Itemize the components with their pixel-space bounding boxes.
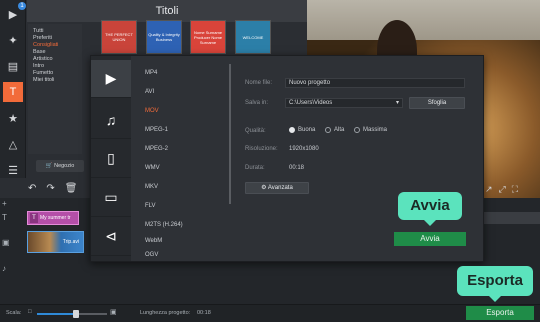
format-item[interactable]: WebM (145, 238, 162, 244)
panel-title: Titoli (27, 0, 307, 22)
share-icon[interactable]: ⊲ (91, 218, 131, 256)
radio-icon (289, 127, 295, 133)
notification-badge: 1 (18, 2, 26, 10)
format-category-tabs: ▶ ♫ ▯ ▭ ⊲ (91, 56, 131, 261)
title-thumbnail[interactable]: WELCOME (235, 20, 271, 54)
start-button[interactable]: Avvia (394, 232, 466, 246)
format-item[interactable]: MKV (145, 184, 158, 190)
timeline-right-area (484, 212, 540, 224)
radio-icon (325, 127, 331, 133)
category-item[interactable]: Artistico (33, 56, 77, 63)
sticker-star-icon[interactable]: ★ (3, 108, 23, 128)
file-name-input[interactable]: Nuovo progetto (285, 78, 465, 88)
resolution-value: 1920x1080 (289, 146, 319, 152)
devices-icon[interactable]: ▯ (91, 140, 131, 178)
video-file-icon[interactable]: ▶ (91, 60, 131, 98)
scale-slider-handle[interactable] (73, 310, 79, 318)
project-length-label: Lunghezza progetto: (140, 310, 191, 316)
radio-icon (354, 127, 360, 133)
title-thumbnail[interactable]: THE PERFECT UNION (101, 20, 137, 54)
video-track-icon: ▣ (2, 238, 10, 247)
category-item[interactable]: Preferiti (33, 35, 77, 42)
format-item[interactable]: FLV (145, 203, 156, 209)
trash-icon[interactable]: 🗑 (65, 183, 78, 194)
shapes-icon[interactable]: △ (3, 134, 23, 154)
save-in-input[interactable]: C:\Users\Videos ▾ (285, 98, 403, 108)
start-tooltip: Avvia (398, 192, 462, 226)
export-frame-icon[interactable]: ↗ (485, 184, 493, 195)
advanced-button[interactable]: ⚙ Avanzata (245, 182, 309, 194)
scale-label: Scala: (6, 310, 22, 316)
resolution-label: Risoluzione: (245, 146, 278, 152)
file-name-label: Nome file: (245, 80, 273, 86)
redo-icon[interactable]: ↷ (46, 183, 54, 194)
list-icon[interactable]: ☰ (3, 160, 23, 180)
title-clip-icon: T (30, 213, 38, 223)
filmstrip-icon[interactable]: ▤ (3, 56, 23, 76)
tool-strip: ▶ 1 ✦ ▤ T ★ △ ☰ (0, 0, 26, 200)
duration-value: 00:18 (289, 165, 305, 171)
format-item[interactable]: AVI (145, 89, 154, 95)
tv-icon[interactable]: ▭ (91, 179, 131, 217)
zoom-out-icon[interactable]: □ (28, 309, 32, 315)
quality-option-max[interactable]: Massima (354, 127, 387, 133)
zoom-in-icon[interactable]: ▣ (110, 308, 117, 316)
format-item[interactable]: MP4 (145, 70, 157, 76)
format-scrollbar[interactable] (229, 64, 231, 204)
video-clip[interactable]: Trip.avi (27, 231, 84, 253)
cart-icon: 🛒 (45, 163, 55, 169)
quality-option-good[interactable]: Buona (289, 127, 315, 133)
project-length-value: 00:18 (197, 310, 211, 316)
format-item-selected[interactable]: MOV (145, 108, 159, 114)
quality-label: Qualità: (245, 128, 266, 134)
export-settings: Nome file: Nuovo progetto Salva in: C:\U… (241, 56, 481, 256)
title-clip[interactable]: T My summer tr (27, 211, 79, 225)
category-item-selected[interactable]: Consigliati (33, 42, 77, 49)
store-button[interactable]: 🛒 Negozio (36, 160, 84, 172)
duration-label: Durata: (245, 165, 265, 171)
browse-button[interactable]: Sfoglia (409, 97, 465, 109)
category-item[interactable]: Tutti (33, 28, 77, 35)
category-list: Tutti Preferiti Consigliati Base Artisti… (28, 24, 82, 154)
import-icon[interactable]: ▶ 1 (3, 2, 26, 24)
magic-wand-icon[interactable]: ✦ (3, 30, 23, 50)
category-item[interactable]: Fumetto (33, 70, 77, 77)
quality-option-high[interactable]: Alta (325, 127, 344, 133)
dropdown-icon: ▾ (395, 100, 399, 106)
category-item[interactable]: Intro (33, 63, 77, 70)
title-track-icon: T (2, 213, 7, 222)
export-tooltip: Esporta (457, 266, 533, 302)
gear-icon: ⚙ (261, 185, 268, 191)
format-list: MP4 AVI MOV MPEG-1 MPEG-2 WMV MKV FLV M2… (135, 62, 227, 258)
format-item[interactable]: MPEG-1 (145, 127, 168, 133)
undo-icon[interactable]: ↶ (28, 183, 36, 194)
category-item[interactable]: Miei titoli (33, 77, 77, 84)
title-t-icon[interactable]: T (3, 82, 23, 102)
format-item[interactable]: WMV (145, 165, 160, 171)
format-item[interactable]: OGV (145, 252, 158, 258)
export-button[interactable]: Esporta (466, 306, 534, 320)
status-bar: Scala: □ ▣ Lunghezza progetto: 00:18 (0, 304, 540, 322)
category-item[interactable]: Base (33, 49, 77, 56)
format-item[interactable]: MPEG-2 (145, 146, 168, 152)
audio-note-icon[interactable]: ♫ (91, 101, 131, 139)
add-track-icon[interactable]: + (2, 199, 24, 208)
audio-track-icon: ♪ (2, 264, 6, 273)
scale-slider[interactable] (37, 310, 107, 318)
save-in-label: Salva in: (245, 100, 269, 106)
export-dialog: ▶ ♫ ▯ ▭ ⊲ MP4 AVI MOV MPEG-1 MPEG-2 WMV … (90, 55, 484, 262)
preview-controls: ↗ ⤢ ⛶ (485, 183, 540, 195)
title-thumbnail[interactable]: Nome Surname Producer Nome Surname (190, 20, 226, 54)
fullscreen-icon[interactable]: ⛶ (512, 184, 518, 195)
format-item[interactable]: M2TS (H.264) (145, 222, 183, 228)
timeline-toolbar: ↶ ↷ 🗑 (0, 178, 88, 198)
title-thumbnail[interactable]: Quality & Integrity Business (146, 20, 182, 54)
fit-icon[interactable]: ⤢ (499, 184, 506, 195)
